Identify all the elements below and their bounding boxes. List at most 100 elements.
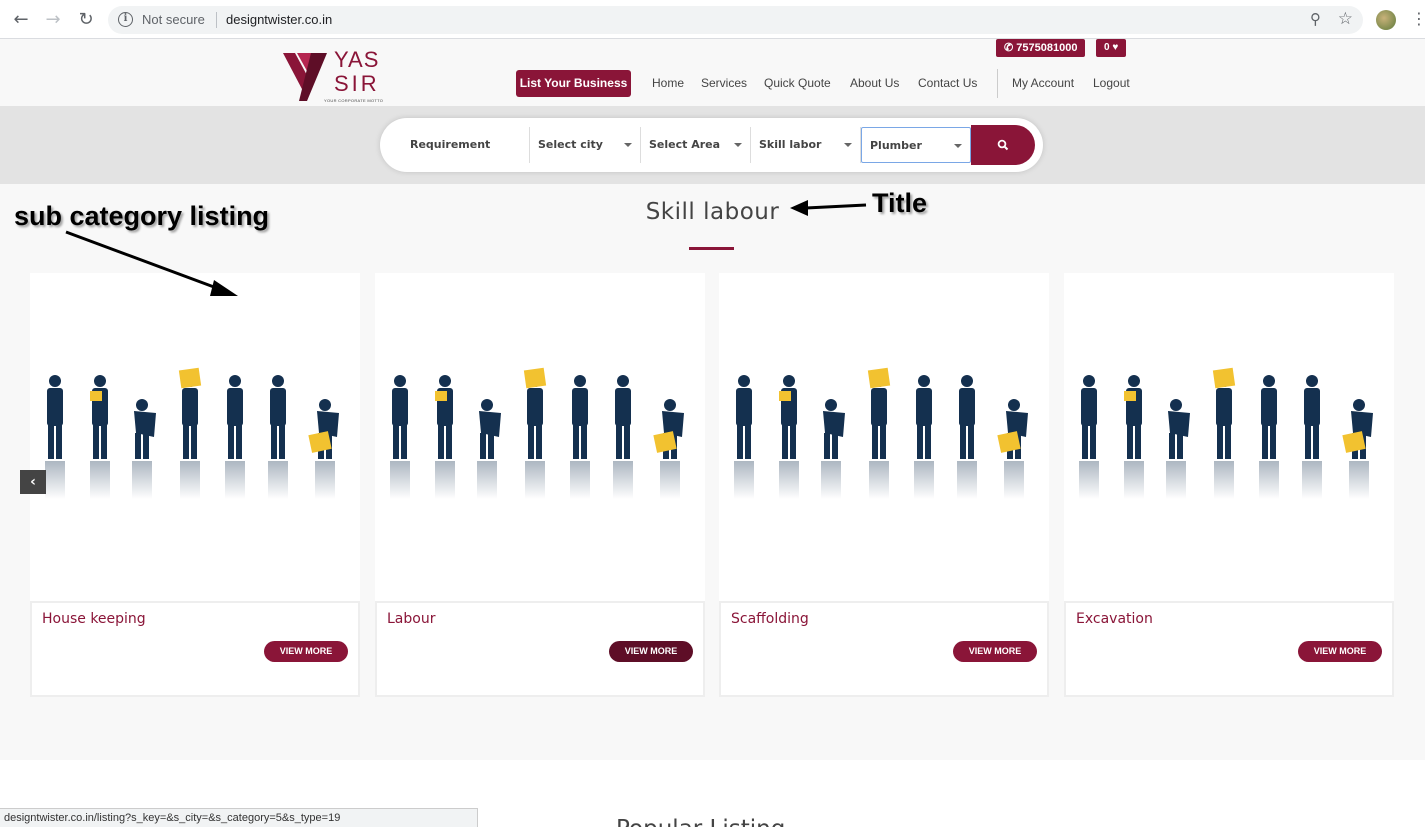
logo-mark-icon[interactable] [283,49,329,103]
chevron-down-icon [734,143,742,147]
back-arrow-icon[interactable]: ← [10,9,32,31]
card-title[interactable]: Labour [387,611,435,627]
forward-arrow-icon[interactable]: → [42,9,64,31]
category-select[interactable]: Skill labor [751,127,861,163]
nav-logout[interactable]: Logout [1093,76,1130,90]
bookmark-star-icon[interactable]: ☆ [1338,9,1353,29]
category-card[interactable]: Scaffolding VIEW MORE [719,273,1049,697]
worker-silhouette [570,375,590,499]
chevron-down-icon [954,144,962,148]
security-label: Not secure [142,12,205,27]
card-info: Excavation VIEW MORE [1064,601,1394,697]
worker-silhouette [1214,375,1234,499]
worker-silhouette [1302,375,1322,499]
logo-text-top: YAS [334,47,380,72]
nav-about-us[interactable]: About Us [850,76,899,90]
subcategory-select-value: Plumber [870,139,922,152]
subcategory-select[interactable]: Plumber [861,127,971,163]
nav-my-account[interactable]: My Account [1012,76,1074,90]
city-select[interactable]: Select city [530,127,641,163]
view-more-button[interactable]: VIEW MORE [1298,641,1382,662]
wishlist-badge[interactable]: 0 ♥ [1096,39,1127,57]
worker-silhouette [734,375,754,499]
worker-silhouette [1079,375,1099,499]
zoom-icon[interactable]: ⚲ [1310,10,1321,28]
logo-text-bottom: SIR [334,71,380,96]
worker-silhouette [132,399,156,499]
view-more-button[interactable]: VIEW MORE [264,641,348,662]
nav-home[interactable]: Home [652,76,684,90]
annotation-title-label: Title [872,188,928,218]
chevron-down-icon [624,143,632,147]
nav-quick-quote[interactable]: Quick Quote [764,76,831,90]
category-card[interactable]: Labour VIEW MORE [375,273,705,697]
card-image[interactable] [719,273,1049,601]
status-bar: designtwister.co.in/listing?s_key=&s_cit… [0,808,478,827]
phone-badge[interactable]: ✆ 7575081000 [996,39,1086,57]
address-bar[interactable]: i Not secure designtwister.co.in ⚲ ☆ [108,6,1363,34]
card-info: Scaffolding VIEW MORE [719,601,1049,697]
list-business-button[interactable]: List Your Business [516,70,631,97]
menu-kebab-icon[interactable]: ⋮ [1411,9,1425,29]
clipboard-shape [779,391,791,401]
worker-silhouette [390,375,410,499]
nav-services[interactable]: Services [701,76,747,90]
heart-icon: ♥ [1112,42,1119,53]
worker-silhouette [869,375,889,499]
search-button[interactable] [971,125,1035,165]
worker-silhouette [1259,375,1279,499]
logo-tagline: YOUR CORPORATE MOTTO [324,98,384,103]
clipboard-shape [1124,391,1136,401]
box-shape [867,367,891,389]
search-form: Requirement Select city Select Area Skil… [380,118,1043,172]
search-icon [997,139,1009,150]
worker-silhouette [613,375,633,499]
area-select[interactable]: Select Area [641,127,751,163]
chevron-left-icon: ‹ [30,474,36,490]
carousel-prev-button[interactable]: ‹ [20,470,46,494]
worker-silhouette [180,375,200,499]
view-more-button[interactable]: VIEW MORE [609,641,693,662]
card-title[interactable]: House keeping [42,611,146,627]
browser-toolbar: ← → ↻ i Not secure designtwister.co.in ⚲… [0,0,1425,39]
box-shape [523,367,547,389]
phone-number: 7575081000 [1016,42,1078,54]
url-text[interactable]: designtwister.co.in [226,12,332,27]
worker-silhouette [268,375,288,499]
card-info: Labour VIEW MORE [375,601,705,697]
worker-silhouette [1166,399,1190,499]
card-image[interactable] [30,273,360,601]
worker-silhouette [821,399,845,499]
requirement-input[interactable]: Requirement [402,127,530,163]
view-more-button[interactable]: VIEW MORE [953,641,1037,662]
worker-silhouette [525,375,545,499]
address-separator [216,12,217,28]
info-icon[interactable]: i [118,12,133,27]
lower-section-title: Popular Listing [616,816,785,827]
nav-contact-us[interactable]: Contact Us [918,76,977,90]
category-card[interactable]: Excavation VIEW MORE [1064,273,1394,697]
city-select-value: Select city [538,138,603,151]
area-select-value: Select Area [649,138,721,151]
card-image[interactable] [1064,273,1394,601]
category-card[interactable]: House keeping VIEW MORE [30,273,360,697]
worker-silhouette [957,375,977,499]
reload-icon[interactable]: ↻ [75,9,97,31]
phone-icon: ✆ [1004,42,1014,54]
subcategory-section: Skill labour House keeping VIEW MORE Lab… [0,184,1425,760]
worker-silhouette [914,375,934,499]
box-shape [178,367,202,389]
card-info: House keeping VIEW MORE [30,601,360,697]
clipboard-shape [90,391,102,401]
card-image[interactable] [375,273,705,601]
worker-silhouette [45,375,65,499]
card-title[interactable]: Excavation [1076,611,1153,627]
annotation-subcategory-label: sub category listing [14,201,270,231]
requirement-placeholder: Requirement [410,138,491,151]
chevron-down-icon [844,143,852,147]
title-underline [689,247,734,250]
worker-silhouette [477,399,501,499]
card-title[interactable]: Scaffolding [731,611,809,627]
nav-divider [997,69,998,98]
profile-avatar[interactable] [1376,10,1396,30]
